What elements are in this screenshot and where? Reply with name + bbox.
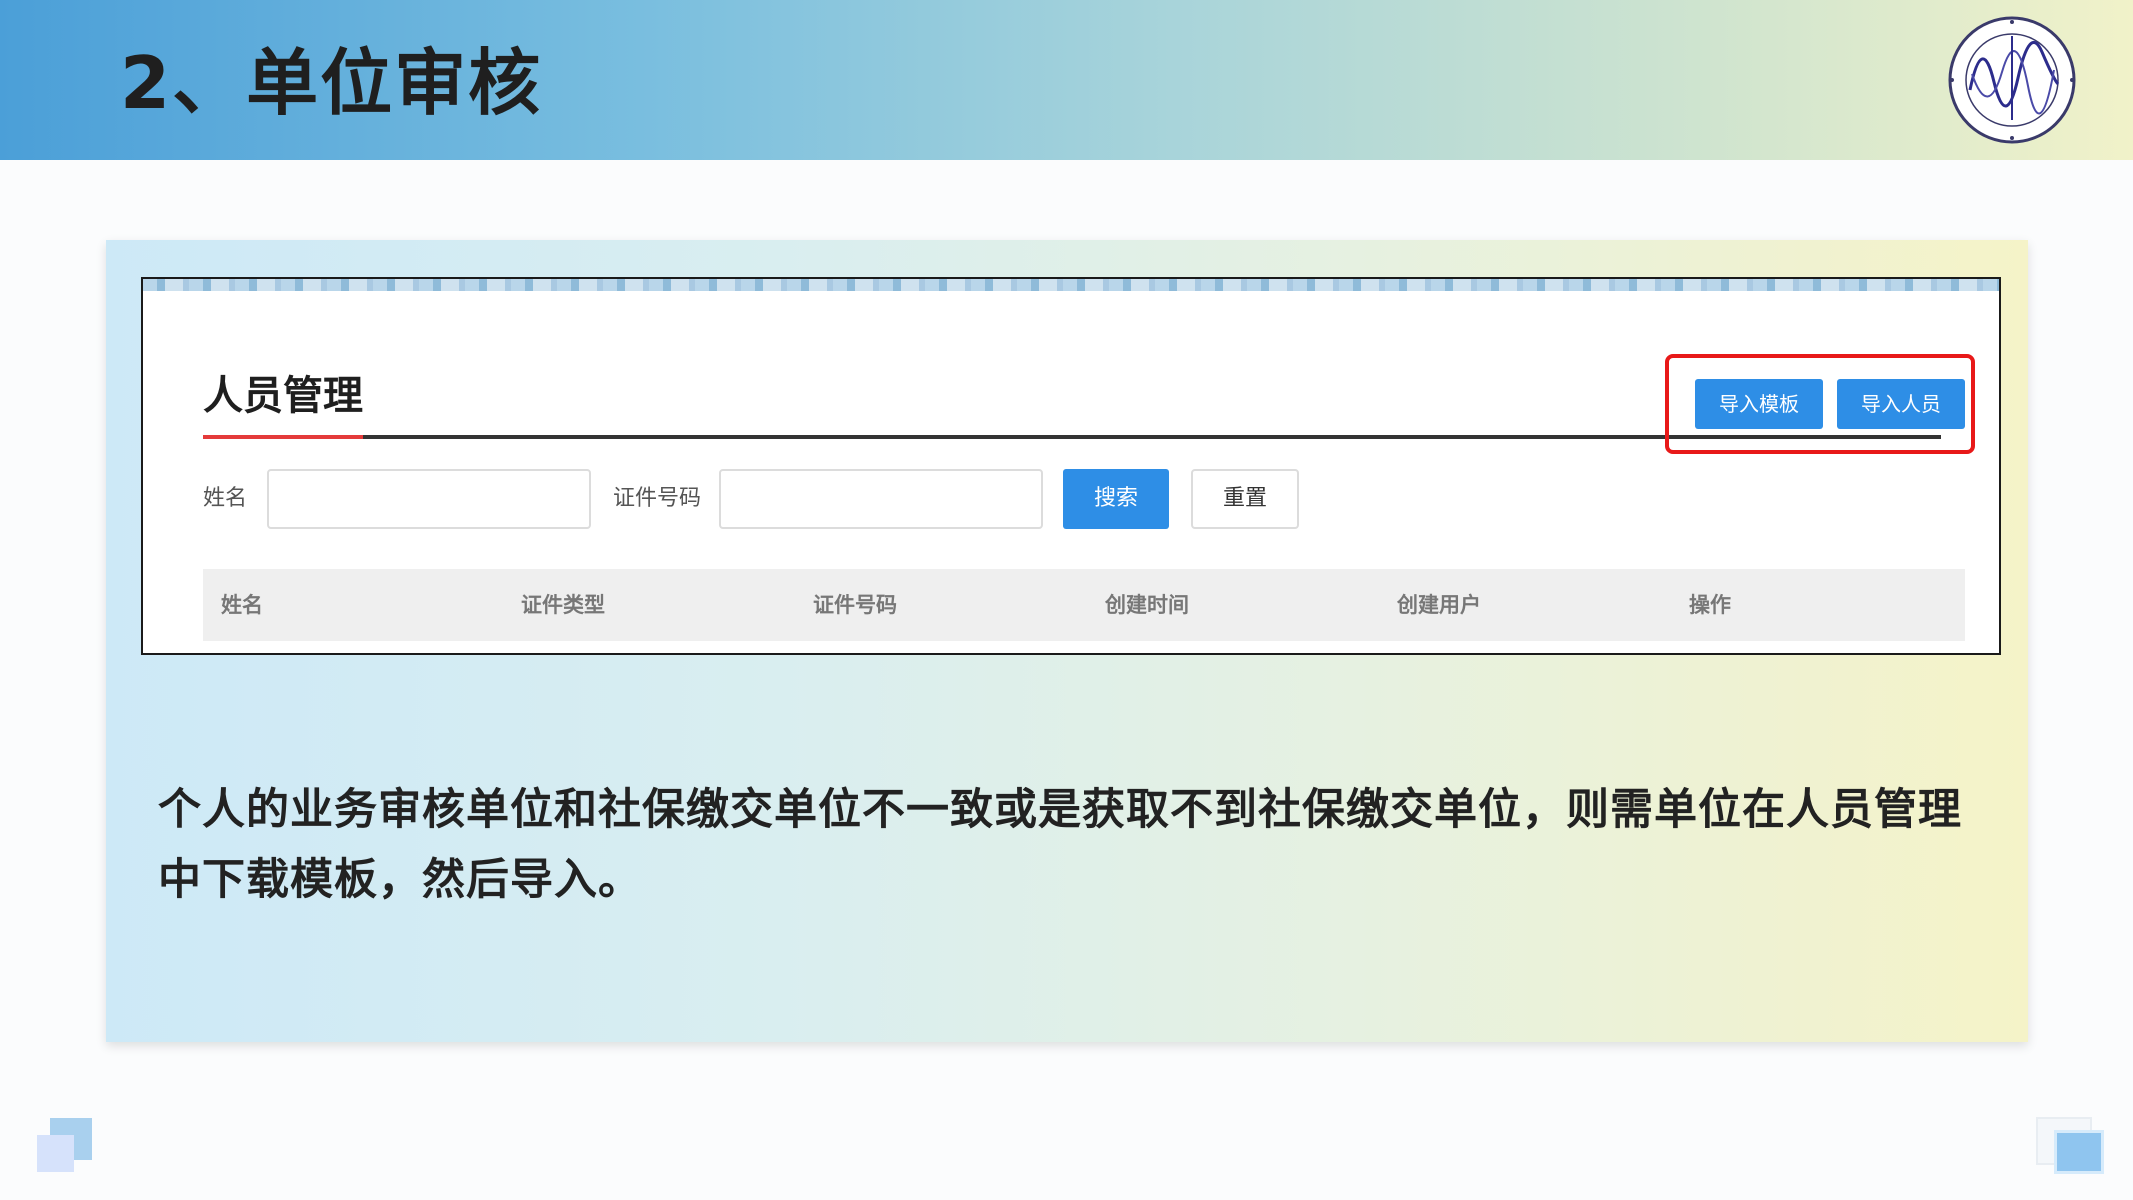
reset-button[interactable]: 重置 [1191,469,1299,529]
column-header-name: 姓名 [221,593,263,617]
sata-logo-icon [1942,12,2082,148]
import-template-button[interactable]: 导入模板 [1695,379,1823,429]
page-title: 2、单位审核 [120,41,543,125]
content-card: 人员管理 导入模板 导入人员 姓名 证件号码 搜索 重置 姓名 证件类型 证件号… [106,240,2028,1042]
column-header-id-type: 证件类型 [521,593,605,617]
corner-decoration-right-overlay [2054,1130,2104,1174]
screenshot-top-stripe [143,279,1999,291]
header-banner: 2、单位审核 [0,0,2133,160]
title-accent-bar [203,435,363,439]
import-personnel-button[interactable]: 导入人员 [1837,379,1965,429]
table-header: 姓名 证件类型 证件号码 创建时间 创建用户 操作 [203,569,1965,641]
column-header-id-number: 证件号码 [813,593,897,617]
name-input[interactable] [267,469,591,529]
search-button[interactable]: 搜索 [1063,469,1169,529]
column-header-actions: 操作 [1689,593,1731,617]
id-number-label: 证件号码 [613,486,702,511]
embedded-screenshot: 人员管理 导入模板 导入人员 姓名 证件号码 搜索 重置 姓名 证件类型 证件号… [141,277,2001,655]
column-header-created-time: 创建时间 [1105,593,1189,617]
name-label: 姓名 [203,486,248,511]
id-number-input[interactable] [719,469,1043,529]
column-header-created-user: 创建用户 [1397,593,1481,617]
section-title: 人员管理 [203,373,363,419]
description-text: 个人的业务审核单位和社保缴交单位不一致或是获取不到社保缴交单位，则需单位在人员管… [158,785,1962,905]
corner-decoration-left-overlay [37,1135,74,1172]
